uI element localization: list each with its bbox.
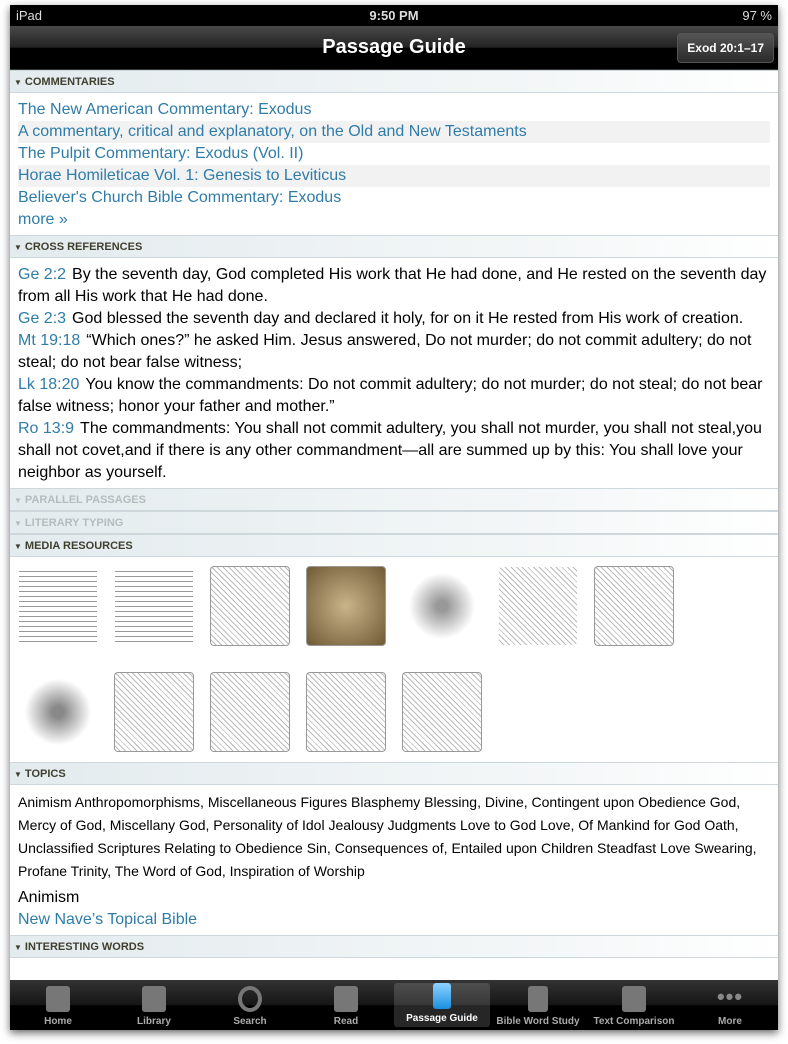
status-bar: iPad 9:50 PM 97 % xyxy=(10,5,778,26)
media-thumbnail[interactable] xyxy=(306,672,386,752)
media-thumbnail[interactable] xyxy=(306,566,386,646)
media-thumbnail[interactable] xyxy=(18,672,98,752)
clock: 9:50 PM xyxy=(369,8,419,23)
triangle-down-icon: ▼ xyxy=(14,496,22,505)
cross-reference: Lk 18:20 You know the commandments: Do no… xyxy=(18,374,770,418)
tab-label: Read xyxy=(333,1016,359,1027)
cross-references-list: Ge 2:2 By the seventh day, God completed … xyxy=(10,258,778,488)
triangle-down-icon: ▼ xyxy=(14,78,22,87)
reference-link[interactable]: Ro 13:9 xyxy=(18,420,74,437)
commentary-link[interactable]: A commentary, critical and explanatory, … xyxy=(18,121,770,143)
passage-guide-icon xyxy=(433,983,451,1009)
media-thumbnail[interactable] xyxy=(402,672,482,752)
media-thumbnail[interactable] xyxy=(402,566,482,646)
media-thumbnail[interactable] xyxy=(210,566,290,646)
passage-reference-button[interactable]: Exod 20:1–17 xyxy=(677,33,774,63)
section-interesting-words[interactable]: ▼ INTERESTING WORDS xyxy=(10,935,778,958)
book-icon xyxy=(142,986,166,1012)
triangle-down-icon: ▼ xyxy=(14,519,22,528)
verse-text: The commandments: You shall not commit a… xyxy=(18,420,762,481)
section-title: MEDIA RESOURCES xyxy=(24,540,133,552)
commentaries-list: The New American Commentary: Exodus A co… xyxy=(10,93,778,235)
media-thumbnails xyxy=(10,557,710,762)
triangle-down-icon: ▼ xyxy=(14,943,22,952)
verse-text: God blessed the seventh day and declared… xyxy=(72,310,744,327)
verse-text: You know the commandments: Do not commit… xyxy=(18,376,763,415)
media-thumbnail[interactable] xyxy=(594,566,674,646)
media-thumbnail[interactable] xyxy=(210,672,290,752)
tab-label: Passage Guide xyxy=(406,1013,478,1024)
cross-reference: Ro 13:9 The commandments: You shall not c… xyxy=(18,418,770,484)
tab-label: Text Comparison xyxy=(593,1016,675,1027)
reference-link[interactable]: Lk 18:20 xyxy=(18,376,79,393)
reference-link[interactable]: Mt 19:18 xyxy=(18,332,80,349)
nav-bar: Passage Guide Exod 20:1–17 xyxy=(10,26,778,70)
section-title: TOPICS xyxy=(24,768,66,780)
topic-source-link[interactable]: New Nave’s Topical Bible xyxy=(18,909,770,931)
tab-bible-word-study[interactable]: Bible Word Study xyxy=(490,980,586,1030)
reference-link[interactable]: Ge 2:2 xyxy=(18,266,66,283)
verse-text: By the seventh day, God completed His wo… xyxy=(18,266,767,305)
tab-label: Library xyxy=(137,1016,171,1027)
section-literary-typing[interactable]: ▼ LITERARY TYPING xyxy=(10,511,778,534)
triangle-down-icon: ▼ xyxy=(14,243,22,252)
section-title: LITERARY TYPING xyxy=(24,517,124,529)
commentary-link[interactable]: The New American Commentary: Exodus xyxy=(18,99,770,121)
document-icon xyxy=(528,986,548,1012)
cross-reference: Mt 19:18 “Which ones?” he asked Him. Jesu… xyxy=(18,330,770,374)
home-icon xyxy=(46,986,70,1012)
section-media-resources[interactable]: ▼ MEDIA RESOURCES xyxy=(10,534,778,557)
section-topics[interactable]: ▼ TOPICS xyxy=(10,762,778,785)
tab-home[interactable]: Home xyxy=(10,980,106,1030)
section-title: COMMENTARIES xyxy=(24,76,115,88)
commentary-link[interactable]: Believer's Church Bible Commentary: Exod… xyxy=(18,187,770,209)
page-title: Passage Guide xyxy=(322,36,466,58)
reference-link[interactable]: Ge 2:3 xyxy=(18,310,66,327)
tab-passage-guide[interactable]: Passage Guide xyxy=(394,983,490,1027)
triangle-down-icon: ▼ xyxy=(14,542,22,551)
compare-arrows-icon xyxy=(622,986,646,1012)
commentary-link[interactable]: The Pulpit Commentary: Exodus (Vol. II) xyxy=(18,143,770,165)
tab-bar: Home Library Search Read Passage Guide B… xyxy=(10,980,778,1030)
section-title: INTERESTING WORDS xyxy=(24,941,145,953)
verse-text: “Which ones?” he asked Him. Jesus answer… xyxy=(18,332,752,371)
tab-read[interactable]: Read xyxy=(298,980,394,1030)
media-thumbnail[interactable] xyxy=(114,566,194,646)
more-link[interactable]: more » xyxy=(18,209,770,231)
media-thumbnail[interactable] xyxy=(114,672,194,752)
cross-reference: Ge 2:3 God blessed the seventh day and de… xyxy=(18,308,770,330)
tab-label: Home xyxy=(44,1016,72,1027)
tab-label: More xyxy=(718,1016,742,1027)
tab-search[interactable]: Search xyxy=(202,980,298,1030)
triangle-down-icon: ▼ xyxy=(14,770,22,779)
section-cross-references[interactable]: ▼ CROSS REFERENCES xyxy=(10,235,778,258)
media-thumbnail[interactable] xyxy=(498,566,578,646)
content[interactable]: ▼ COMMENTARIES The New American Commentar… xyxy=(10,70,778,980)
tab-label: Search xyxy=(233,1016,267,1027)
tab-library[interactable]: Library xyxy=(106,980,202,1030)
open-book-icon xyxy=(334,986,358,1012)
tab-label: Bible Word Study xyxy=(496,1016,580,1027)
section-parallel-passages[interactable]: ▼ PARALLEL PASSAGES xyxy=(10,488,778,511)
tab-more[interactable]: ••• More xyxy=(682,980,778,1030)
section-title: CROSS REFERENCES xyxy=(24,241,143,253)
commentary-link[interactable]: Horae Homileticae Vol. 1: Genesis to Lev… xyxy=(18,165,770,187)
search-icon xyxy=(238,986,262,1012)
section-commentaries[interactable]: ▼ COMMENTARIES xyxy=(10,70,778,93)
cross-reference: Ge 2:2 By the seventh day, God completed … xyxy=(18,264,770,308)
more-dots-icon: ••• xyxy=(716,984,744,1009)
selected-topic: Animism xyxy=(18,889,80,906)
topics-list[interactable]: Animism Anthropomorphisms, Miscellaneous… xyxy=(10,785,778,883)
app-window: iPad 9:50 PM 97 % Passage Guide Exod 20:… xyxy=(10,5,778,1030)
media-thumbnail[interactable] xyxy=(18,566,98,646)
section-title: PARALLEL PASSAGES xyxy=(24,494,146,506)
tab-text-comparison[interactable]: Text Comparison xyxy=(586,980,682,1030)
